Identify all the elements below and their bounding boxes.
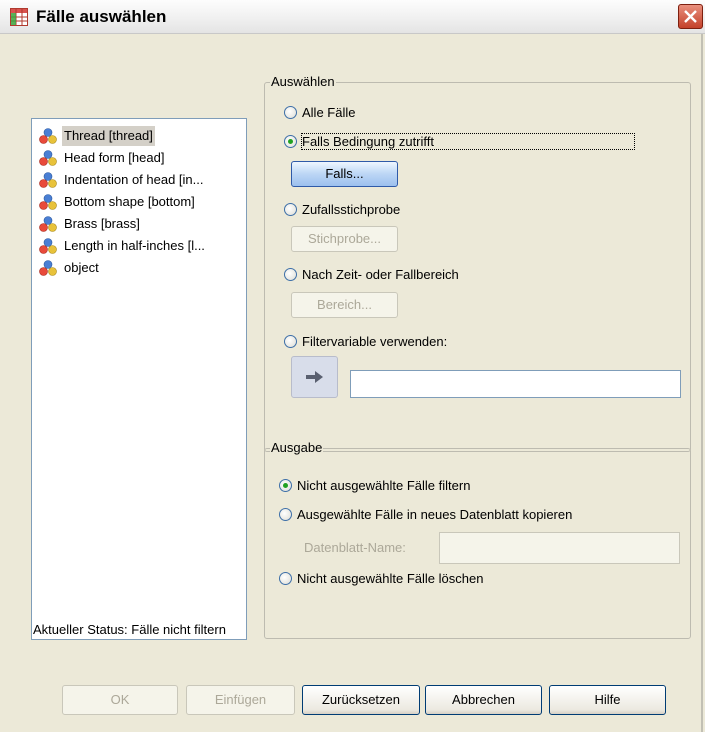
variable-list-item[interactable]: Brass [brass] (39, 214, 245, 234)
variable-list-item[interactable]: Indentation of head [in... (39, 170, 245, 190)
cancel-button[interactable]: Abbrechen (425, 685, 542, 715)
filter-variable-field[interactable] (350, 370, 681, 398)
variable-list-item[interactable]: object (39, 258, 245, 278)
radio-all-cases-label: Alle Fälle (302, 105, 356, 120)
radio-filter-variable-label: Filtervariable verwenden: (302, 334, 448, 349)
reset-button[interactable]: Zurücksetzen (302, 685, 420, 715)
select-cases-icon (10, 8, 28, 26)
radio-circle (284, 335, 297, 348)
output-group-title: Ausgabe (270, 440, 324, 455)
variable-list-item[interactable]: Thread [thread] (39, 126, 245, 146)
variable-label: Length in half-inches [l... (64, 238, 205, 253)
nominal-variable-icon (39, 172, 57, 188)
nominal-variable-icon (39, 128, 57, 144)
variable-list-item[interactable]: Bottom shape [bottom] (39, 192, 245, 212)
sample-button[interactable]: Stichprobe... (291, 226, 398, 252)
variable-list[interactable]: Thread [thread] Head form [head] Indentati… (31, 118, 247, 640)
range-button[interactable]: Bereich... (291, 292, 398, 318)
select-cases-dialog: Fälle auswählen Thread [thread] Head form… (0, 0, 705, 732)
help-button[interactable]: Hilfe (549, 685, 666, 715)
nominal-variable-icon (39, 150, 57, 166)
nominal-variable-icon (39, 260, 57, 276)
dialog-client-area: Thread [thread] Head form [head] Indentati… (1, 34, 703, 732)
radio-filter-unselected-label: Nicht ausgewählte Fälle filtern (297, 478, 471, 493)
radio-time-range-label: Nach Zeit- oder Fallbereich (302, 267, 459, 282)
select-group-title: Auswählen (270, 74, 336, 89)
title-bar: Fälle auswählen (0, 0, 705, 34)
radio-delete-unselected-label: Nicht ausgewählte Fälle löschen (297, 571, 484, 586)
radio-copy-to-dataset-label: Ausgewählte Fälle in neues Datenblatt ko… (297, 507, 573, 522)
ok-button[interactable]: OK (62, 685, 178, 715)
radio-circle (284, 203, 297, 216)
radio-circle (279, 572, 292, 585)
dataset-name-field[interactable] (439, 532, 680, 564)
radio-random-sample-label: Zufallsstichprobe (302, 202, 401, 217)
radio-if-condition-label: Falls Bedingung zutrifft (301, 133, 635, 150)
nominal-variable-icon (39, 216, 57, 232)
status-text: Aktueller Status: Fälle nicht filtern (33, 622, 226, 637)
variable-label: Brass [brass] (64, 216, 140, 231)
variable-list-item[interactable]: Head form [head] (39, 148, 245, 168)
arrow-right-icon (306, 371, 323, 383)
nominal-variable-icon (39, 238, 57, 254)
dataset-name-label: Datenblatt-Name: (304, 540, 406, 555)
variable-label: object (64, 260, 99, 275)
radio-circle (279, 508, 292, 521)
radio-circle-selected (284, 135, 297, 148)
move-variable-button[interactable] (291, 356, 338, 398)
close-button[interactable] (678, 4, 703, 29)
variable-label: Bottom shape [bottom] (64, 194, 195, 209)
variable-label: Head form [head] (64, 150, 165, 165)
variable-label: Indentation of head [in... (64, 172, 204, 187)
variable-label: Thread [thread] (62, 126, 155, 146)
radio-circle (284, 268, 297, 281)
close-icon (684, 10, 697, 23)
radio-circle-selected (279, 479, 292, 492)
nominal-variable-icon (39, 194, 57, 210)
if-button[interactable]: Falls... (291, 161, 398, 187)
paste-button[interactable]: Einfügen (186, 685, 295, 715)
radio-circle (284, 106, 297, 119)
window-title: Fälle auswählen (36, 7, 167, 26)
variable-list-item[interactable]: Length in half-inches [l... (39, 236, 245, 256)
